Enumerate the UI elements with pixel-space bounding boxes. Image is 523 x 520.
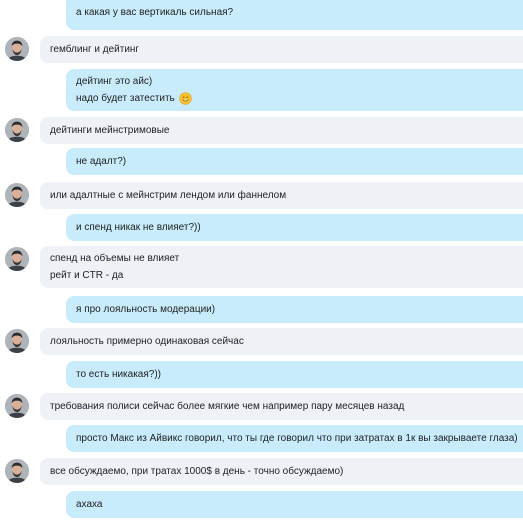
- message-line: гемблинг и дейтинг: [50, 41, 513, 58]
- outgoing-message[interactable]: то есть никакая?)): [0, 361, 523, 388]
- message-bubble[interactable]: или адалтные с мейнстрим лендом или фанн…: [40, 182, 523, 209]
- user-avatar-photo: [5, 183, 29, 207]
- message-text: то есть никакая?)): [76, 369, 161, 380]
- message-bubble[interactable]: гемблинг и дейтинг: [40, 36, 523, 63]
- message-text: лояльность примерно одинаковая сейчас: [50, 336, 244, 347]
- incoming-message[interactable]: требования полиси сейчас более мягкие че…: [0, 393, 523, 420]
- message-line: то есть никакая?)): [76, 366, 513, 383]
- message-bubble[interactable]: просто Макс из Айвикс говорил, что ты гд…: [66, 425, 523, 452]
- message-text: надо будет затестить: [76, 93, 175, 104]
- message-text: просто Макс из Айвикс говорил, что ты гд…: [76, 433, 518, 444]
- message-text: или адалтные с мейнстрим лендом или фанн…: [50, 190, 287, 201]
- avatar[interactable]: [5, 118, 29, 142]
- message-bubble[interactable]: и спенд никак не влияет?)): [66, 214, 523, 241]
- outgoing-message[interactable]: не адалт?): [0, 148, 523, 175]
- message-text: требования полиси сейчас более мягкие че…: [50, 401, 405, 412]
- message-bubble[interactable]: ахаха: [66, 491, 523, 518]
- message-bubble[interactable]: то есть никакая?)): [66, 361, 523, 388]
- message-line: спенд на объемы не влияет: [50, 250, 513, 267]
- incoming-message[interactable]: гемблинг и дейтинг: [0, 36, 523, 63]
- message-line: требования полиси сейчас более мягкие че…: [50, 398, 513, 415]
- outgoing-message[interactable]: просто Макс из Айвикс говорил, что ты гд…: [0, 425, 523, 452]
- outgoing-message[interactable]: я про лояльность модерации): [0, 296, 523, 323]
- message-text: дейтинги мейнстримовые: [50, 125, 170, 136]
- user-avatar-photo: [5, 394, 29, 418]
- message-bubble[interactable]: все обсуждаемо, при тратах 1000$ в день …: [40, 458, 523, 485]
- message-text: ахаха: [76, 499, 103, 510]
- message-text: а какая у вас вертикаль сильная?: [76, 6, 234, 18]
- message-text: спенд на объемы не влияет: [50, 253, 180, 264]
- message-bubble[interactable]: дейтинг это айс) надо будет затестить: [66, 69, 523, 111]
- incoming-message[interactable]: спенд на объемы не влияет рейт и CTR - да: [0, 246, 523, 288]
- message-line: дейтинги мейнстримовые: [50, 122, 513, 139]
- incoming-message[interactable]: лояльность примерно одинаковая сейчас: [0, 328, 523, 355]
- message-line: не адалт?): [76, 153, 513, 170]
- message-text: дейтинг это айс): [76, 76, 153, 87]
- message-line: все обсуждаемо, при тратах 1000$ в день …: [50, 463, 513, 480]
- incoming-message[interactable]: все обсуждаемо, при тратах 1000$ в день …: [0, 458, 523, 485]
- message-line: лояльность примерно одинаковая сейчас: [50, 333, 513, 350]
- outgoing-message[interactable]: дейтинг это айс) надо будет затестить: [0, 69, 523, 111]
- message-text: гемблинг и дейтинг: [50, 44, 140, 55]
- avatar[interactable]: [5, 247, 29, 271]
- avatar[interactable]: [5, 394, 29, 418]
- message-bubble[interactable]: дейтинги мейнстримовые: [40, 117, 523, 144]
- user-avatar-photo: [5, 459, 29, 483]
- message-line: рейт и CTR - да: [50, 267, 513, 284]
- avatar[interactable]: [5, 183, 29, 207]
- message-line: или адалтные с мейнстрим лендом или фанн…: [50, 187, 513, 204]
- avatar[interactable]: [5, 459, 29, 483]
- avatar[interactable]: [5, 329, 29, 353]
- chat-message-list: а какая у вас вертикаль сильная? гемблин…: [0, 0, 523, 520]
- smile-emoji-icon: [179, 92, 192, 105]
- message-line: надо будет затестить: [76, 90, 513, 107]
- message-line: ахаха: [76, 496, 513, 513]
- outgoing-message[interactable]: а какая у вас вертикаль сильная?: [0, 0, 523, 30]
- message-text: я про лояльность модерации): [76, 304, 216, 315]
- incoming-message[interactable]: или адалтные с мейнстрим лендом или фанн…: [0, 182, 523, 209]
- message-bubble[interactable]: требования полиси сейчас более мягкие че…: [40, 393, 523, 420]
- user-avatar-photo: [5, 329, 29, 353]
- message-text: рейт и CTR - да: [50, 270, 124, 281]
- incoming-message[interactable]: дейтинги мейнстримовые: [0, 117, 523, 144]
- user-avatar-photo: [5, 247, 29, 271]
- message-bubble[interactable]: я про лояльность модерации): [66, 296, 523, 323]
- avatar[interactable]: [5, 37, 29, 61]
- user-avatar-photo: [5, 37, 29, 61]
- message-text: и спенд никак не влияет?)): [76, 222, 201, 233]
- message-line: а какая у вас вертикаль сильная?: [76, 4, 513, 21]
- message-text: все обсуждаемо, при тратах 1000$ в день …: [50, 466, 344, 477]
- message-bubble[interactable]: не адалт?): [66, 148, 523, 175]
- user-avatar-photo: [5, 118, 29, 142]
- message-line: дейтинг это айс): [76, 73, 513, 90]
- outgoing-message[interactable]: и спенд никак не влияет?)): [0, 214, 523, 241]
- message-line: и спенд никак не влияет?)): [76, 219, 513, 236]
- message-bubble[interactable]: а какая у вас вертикаль сильная?: [66, 0, 523, 30]
- outgoing-message[interactable]: ахаха: [0, 491, 523, 518]
- message-line: я про лояльность модерации): [76, 301, 513, 318]
- message-text: не адалт?): [76, 156, 127, 167]
- message-bubble[interactable]: спенд на объемы не влияет рейт и CTR - да: [40, 246, 523, 288]
- message-line: просто Макс из Айвикс говорил, что ты гд…: [76, 430, 518, 447]
- message-bubble[interactable]: лояльность примерно одинаковая сейчас: [40, 328, 523, 355]
